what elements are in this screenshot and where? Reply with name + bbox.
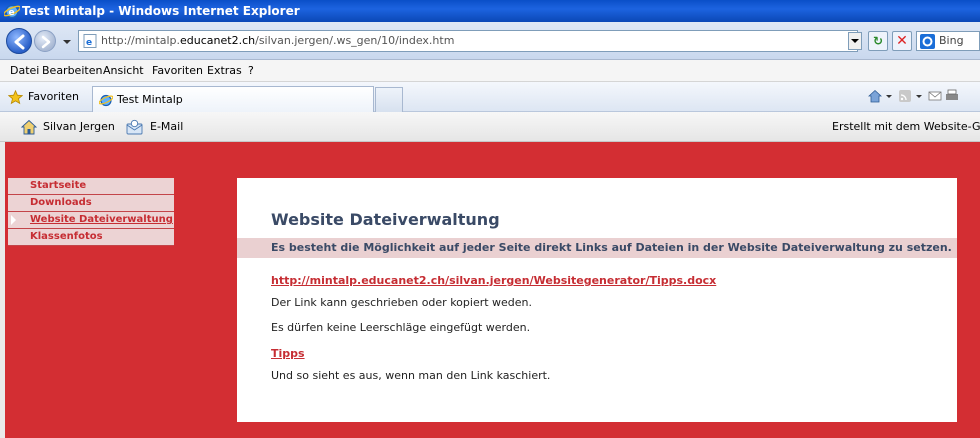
email-link[interactable]: E-Mail xyxy=(150,120,183,133)
rss-feed-icon[interactable] xyxy=(898,89,912,103)
favorites-bar: Favoriten Test Mintalp xyxy=(0,82,980,112)
stop-button[interactable]: ✕ xyxy=(892,31,912,51)
mail-icon[interactable] xyxy=(928,89,942,103)
created-with-text[interactable]: Erstellt mit dem Website-Ge xyxy=(832,120,980,133)
compatibility-refresh-button[interactable]: ↻ xyxy=(868,31,888,51)
menu-bearbeiten[interactable]: Bearbeiten xyxy=(42,60,102,82)
menu-favoriten[interactable]: Favoriten xyxy=(152,60,203,82)
address-input[interactable]: e http://mintalp.educanet2.ch/silvan.jer… xyxy=(78,30,858,52)
tab-title: Test Mintalp xyxy=(117,93,183,106)
forward-arrow-icon xyxy=(41,35,51,49)
menu-datei[interactable]: Datei xyxy=(10,60,39,82)
site-toolbar: Silvan Jergen E-Mail Erstellt mit dem We… xyxy=(0,112,980,142)
info-text-1: Der Link kann geschrieben oder kopiert w… xyxy=(271,296,533,309)
url-domain: educanet2.ch xyxy=(180,34,256,47)
info-text-2: Es dürfen keine Leerschläge eingefügt we… xyxy=(271,321,531,334)
window-left-edge xyxy=(0,142,5,438)
info-text-3: Und so sieht es aus, wenn man den Link k… xyxy=(271,369,551,382)
back-button[interactable] xyxy=(6,28,32,54)
url-path: /silvan.jergen/.ws_gen/10/index.htm xyxy=(255,34,455,47)
nav-item-label: Website Dateiverwaltung xyxy=(30,214,173,225)
internet-explorer-icon: e xyxy=(4,4,20,19)
menu-extras[interactable]: Extras xyxy=(207,60,242,82)
svg-text:e: e xyxy=(9,8,15,18)
file-link-url[interactable]: http://mintalp.educanet2.ch/silvan.jerge… xyxy=(271,274,716,287)
home-icon[interactable] xyxy=(867,89,883,103)
nav-item-label: Downloads xyxy=(30,197,92,208)
nav-item-startseite[interactable]: Startseite xyxy=(8,178,174,195)
info-banner: Es besteht die Möglichkeit auf jeder Sei… xyxy=(237,238,957,258)
favorites-label[interactable]: Favoriten xyxy=(28,90,79,103)
nav-item-website-dateiverwaltung[interactable]: Website Dateiverwaltung xyxy=(8,212,174,229)
content-panel: Website Dateiverwaltung Es besteht die M… xyxy=(237,178,957,422)
nav-item-klassenfotos[interactable]: Klassenfotos xyxy=(8,229,174,246)
site-owner-name[interactable]: Silvan Jergen xyxy=(43,120,115,133)
forward-button[interactable] xyxy=(34,30,56,52)
search-box[interactable]: Bing xyxy=(916,31,980,51)
window-title: Test Mintalp - Windows Internet Explorer xyxy=(22,4,300,18)
menu-bar: Datei Bearbeiten Ansicht Favoriten Extra… xyxy=(0,60,980,82)
menu-ansicht[interactable]: Ansicht xyxy=(103,60,144,82)
close-icon: ✕ xyxy=(896,33,908,49)
svg-text:e: e xyxy=(86,38,92,48)
recent-pages-dropdown-icon[interactable] xyxy=(62,37,72,47)
new-tab-button[interactable] xyxy=(375,87,403,112)
nav-item-label: Klassenfotos xyxy=(30,231,103,242)
window-title-bar: e Test Mintalp - Windows Internet Explor… xyxy=(0,0,980,22)
refresh-icon: ↻ xyxy=(872,34,884,48)
chevron-down-icon xyxy=(851,39,859,43)
chevron-down-icon[interactable] xyxy=(916,89,922,103)
menu-help[interactable]: ? xyxy=(248,60,254,82)
print-icon[interactable] xyxy=(946,89,958,103)
address-toolbar: e http://mintalp.educanet2.ch/silvan.jer… xyxy=(0,22,980,60)
file-link-tipps[interactable]: Tipps xyxy=(271,347,305,360)
page-icon: e xyxy=(83,34,97,48)
url-prefix: http://mintalp. xyxy=(101,34,181,47)
sidebar-navigation: Startseite Downloads Website Dateiverwal… xyxy=(8,178,174,246)
active-arrow-icon xyxy=(11,215,16,225)
bing-icon xyxy=(920,34,935,49)
browser-tab[interactable]: Test Mintalp xyxy=(92,86,374,112)
back-arrow-icon xyxy=(14,34,25,50)
search-engine-label: Bing xyxy=(939,34,964,47)
favorites-star-icon[interactable] xyxy=(8,90,23,105)
internet-explorer-icon xyxy=(99,94,113,107)
email-icon[interactable] xyxy=(126,119,143,135)
home-icon[interactable] xyxy=(21,119,37,135)
nav-item-label: Startseite xyxy=(30,180,87,191)
nav-item-downloads[interactable]: Downloads xyxy=(8,195,174,212)
address-dropdown-button[interactable] xyxy=(848,32,862,50)
page-title: Website Dateiverwaltung xyxy=(271,210,500,229)
chevron-down-icon[interactable] xyxy=(886,89,892,103)
